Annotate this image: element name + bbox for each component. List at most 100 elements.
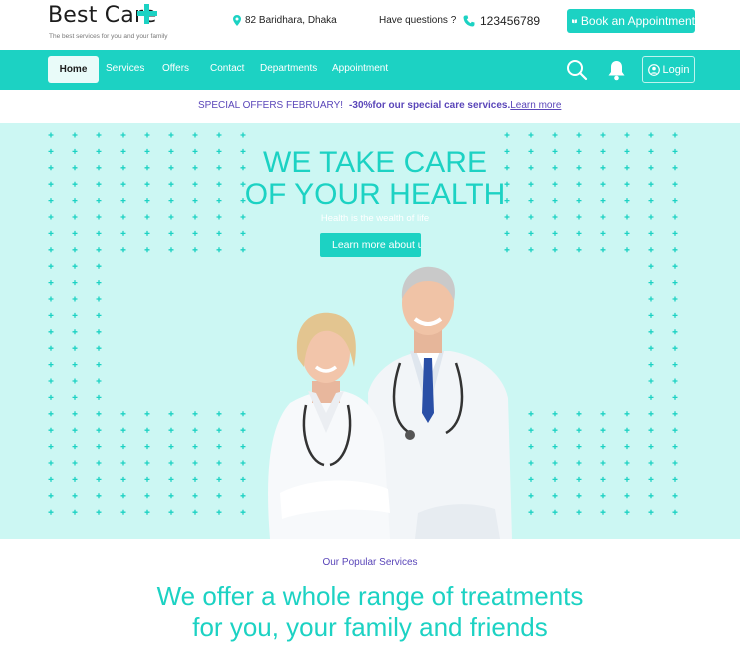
plus-mark [48,378,54,384]
plus-mark [96,148,102,154]
plus-mark [144,132,150,138]
nav-item-services[interactable]: Services [106,63,144,74]
plus-mark [552,247,558,253]
plus-mark [576,181,582,187]
plus-mark [648,460,654,466]
plus-mark [552,444,558,450]
plus-mark [72,345,78,351]
top-bar: Best Care The best services for you and … [0,0,740,50]
nav-item-contact[interactable]: Contact [210,63,244,74]
plus-mark [672,263,678,269]
plus-mark [192,444,198,450]
plus-mark [96,411,102,417]
plus-mark [144,247,150,253]
plus-mark [600,132,606,138]
plus-mark [576,247,582,253]
plus-mark [648,329,654,335]
login-button[interactable]: Login [642,56,695,83]
plus-mark [168,427,174,433]
plus-mark [96,214,102,220]
plus-mark [48,493,54,499]
plus-mark [600,230,606,236]
plus-mark [552,509,558,515]
plus-mark [48,411,54,417]
plus-mark [48,444,54,450]
plus-mark [48,181,54,187]
plus-mark [624,493,630,499]
search-icon[interactable] [566,59,588,81]
plus-mark [72,165,78,171]
address-text: 82 Baridhara, Dhaka [245,15,337,26]
plus-mark [48,263,54,269]
plus-mark [144,444,150,450]
plus-mark [96,263,102,269]
nav-item-departments[interactable]: Departments [260,63,317,74]
bell-icon[interactable] [607,59,626,81]
hero-title: WE TAKE CARE OF YOUR HEALTH [220,147,530,211]
plus-mark [648,345,654,351]
plus-mark [48,427,54,433]
plus-mark [192,165,198,171]
plus-mark [648,312,654,318]
promo-learn-more-link[interactable]: Learn more [510,100,561,111]
plus-mark [648,280,654,286]
plus-mark [144,148,150,154]
plus-mark [600,148,606,154]
plus-mark [552,214,558,220]
plus-mark [624,214,630,220]
plus-mark [96,181,102,187]
plus-mark [72,132,78,138]
plus-mark [120,198,126,204]
plus-mark [144,476,150,482]
login-label: Login [662,63,690,76]
plus-mark [576,427,582,433]
plus-mark [192,247,198,253]
nav-item-appointment[interactable]: Appointment [332,63,388,74]
plus-mark [72,247,78,253]
main-nav: Home Services Offers Contact Departments… [0,50,740,90]
plus-mark [96,460,102,466]
plus-mark [48,394,54,400]
plus-mark [48,312,54,318]
book-icon [572,19,577,24]
plus-mark [624,460,630,466]
plus-mark [672,296,678,302]
plus-mark [120,148,126,154]
plus-mark [48,198,54,204]
plus-mark [48,296,54,302]
plus-mark [648,247,654,253]
plus-mark [240,444,246,450]
plus-mark [576,411,582,417]
plus-mark [168,165,174,171]
plus-mark [600,444,606,450]
plus-mark [72,296,78,302]
plus-mark [144,165,150,171]
plus-mark [72,493,78,499]
plus-mark [48,345,54,351]
plus-mark [624,132,630,138]
plus-mark [240,230,246,236]
nav-item-home[interactable]: Home [48,56,99,83]
plus-mark [96,509,102,515]
plus-mark [672,230,678,236]
plus-mark [168,476,174,482]
plus-mark [48,329,54,335]
services-title-line-2: for you, your family and friends [192,612,548,642]
phone-link[interactable]: 123456789 [463,14,540,28]
plus-mark [672,476,678,482]
plus-mark [168,214,174,220]
plus-mark [672,165,678,171]
plus-mark [672,247,678,253]
plus-mark [672,148,678,154]
plus-mark [48,362,54,368]
plus-mark [216,411,222,417]
plus-mark [192,148,198,154]
book-appointment-button[interactable]: Book an Appointment [567,9,695,33]
logo[interactable]: Best Care The best services for you and … [48,3,168,40]
nav-item-offers[interactable]: Offers [162,63,189,74]
plus-mark [672,198,678,204]
learn-more-button[interactable]: Learn more about us [320,233,421,257]
plus-mark [48,280,54,286]
plus-mark [120,214,126,220]
plus-mark [96,247,102,253]
